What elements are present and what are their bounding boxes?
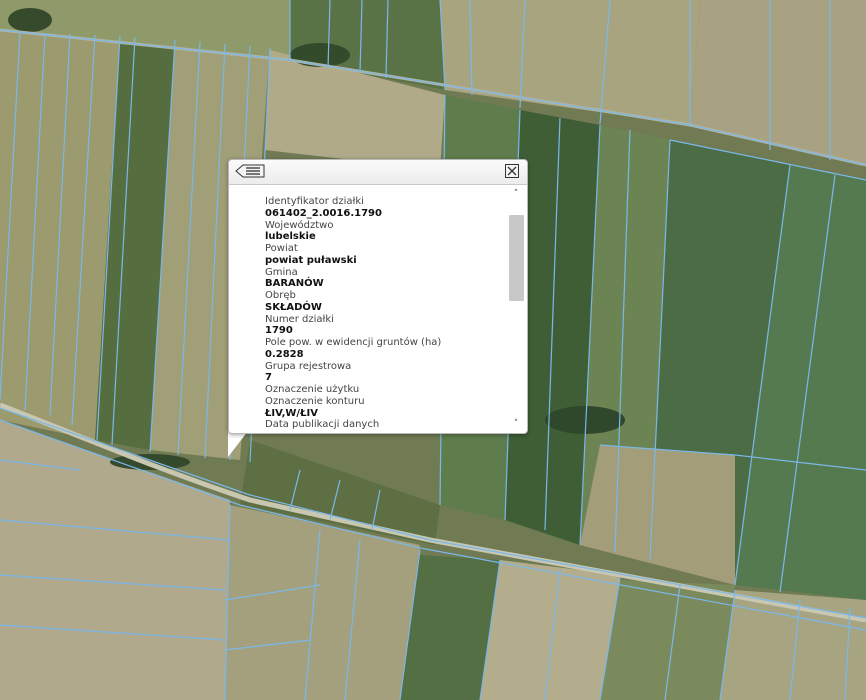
field-value: 0.2828 — [265, 348, 304, 360]
field-value: 1790 — [265, 325, 293, 337]
popup-header — [229, 160, 527, 185]
scroll-down-icon[interactable]: ˅ — [508, 417, 524, 431]
field-label: Oznaczenie konturu — [265, 395, 365, 407]
field-value: 061402_2.0016.1790 — [265, 207, 382, 219]
field-label: Numer działki — [265, 313, 334, 325]
popup-scrollbar[interactable]: ˄ ˅ — [508, 187, 524, 431]
field-label: Pole pow. w ewidencji gruntów (ha) — [265, 337, 442, 348]
popup-pointer — [228, 431, 248, 457]
field-value: powiat puławski — [265, 254, 357, 266]
field-value: 7 — [265, 372, 272, 384]
field-label: Identyfikator działki — [265, 196, 364, 207]
field-value: lubelskie — [265, 231, 316, 243]
field-value: ŁIV,W/ŁIV — [265, 407, 318, 419]
close-icon[interactable] — [505, 164, 519, 178]
field-label: Oznaczenie użytku — [265, 384, 360, 395]
scrollbar-thumb[interactable] — [509, 215, 524, 301]
field-label: Gmina — [265, 266, 298, 278]
field-value: BARANÓW — [265, 278, 324, 290]
field-label: Obręb — [265, 290, 296, 301]
parcel-info-popup: Identyfikator działki 061402_2.0016.1790… — [228, 159, 528, 434]
scroll-up-icon[interactable]: ˄ — [508, 187, 524, 201]
list-icon[interactable] — [235, 164, 265, 178]
field-label: Data publikacji danych — [265, 419, 380, 431]
field-label: Województwo — [265, 219, 334, 231]
popup-content: Identyfikator działki 061402_2.0016.1790… — [229, 185, 510, 431]
field-label: Powiat — [265, 243, 298, 254]
field-label: Grupa rejestrowa — [265, 360, 352, 372]
field-value: SKŁADÓW — [265, 301, 322, 313]
